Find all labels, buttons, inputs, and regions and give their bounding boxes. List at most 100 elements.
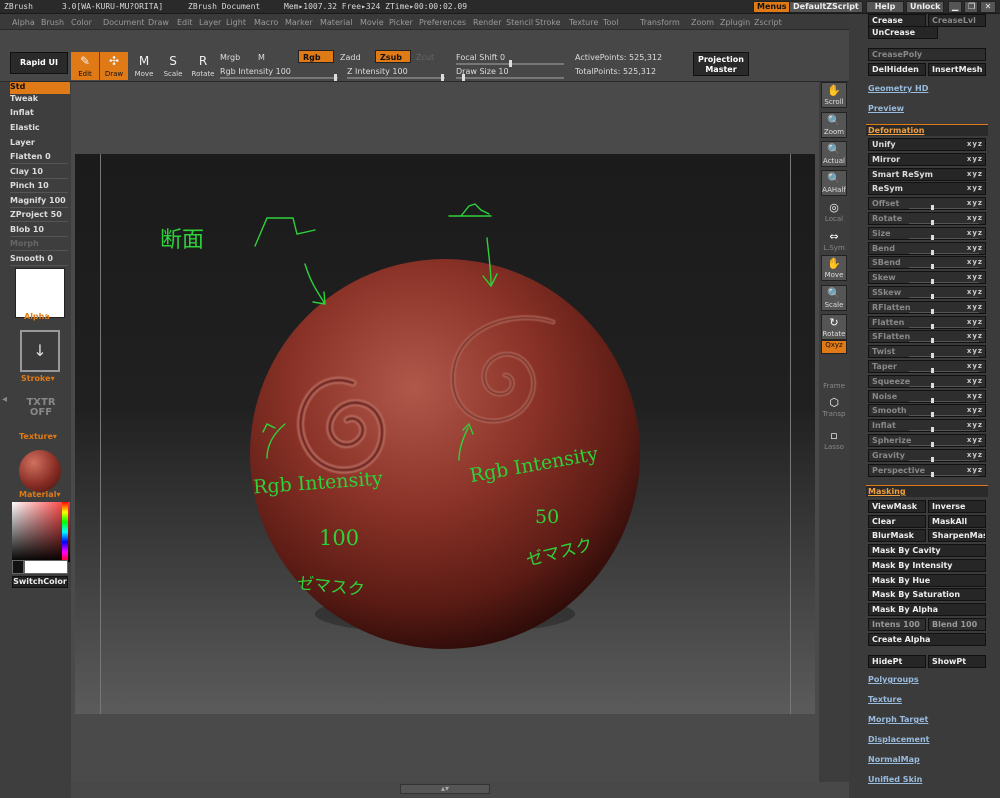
menu-light[interactable]: Light <box>226 18 246 27</box>
deform-slider-track[interactable] <box>909 311 979 313</box>
deform-slider-track[interactable] <box>909 282 979 284</box>
deform-twist[interactable]: Twist xyz <box>868 345 986 359</box>
blend-slider[interactable]: Blend 100 <box>928 618 986 631</box>
deform-slider-knob[interactable] <box>931 220 934 225</box>
menu-material[interactable]: Material <box>320 18 353 27</box>
close-icon[interactable]: ✕ <box>980 1 996 13</box>
morph-target-section[interactable]: Morph Target <box>868 715 928 724</box>
uncrease-button[interactable]: UnCrease <box>868 26 938 39</box>
deform-inflat[interactable]: Inflat xyz <box>868 419 986 433</box>
deform-slider-track[interactable] <box>909 208 979 210</box>
menu-color[interactable]: Color <box>71 18 92 27</box>
deform-slider-knob[interactable] <box>931 205 934 211</box>
m-button[interactable]: M <box>258 53 265 62</box>
menu-zoom[interactable]: Zoom <box>691 18 714 27</box>
deform-slider-track[interactable] <box>909 474 979 476</box>
deform-slider-track[interactable] <box>909 430 979 432</box>
sharpenmask-button[interactable]: SharpenMask <box>928 529 986 542</box>
deform-rotate[interactable]: Rotate xyz <box>868 212 986 225</box>
view-transp-button[interactable]: ⬡ Transp <box>821 395 847 421</box>
view-actual-button[interactable]: 🔍 Actual <box>821 141 847 167</box>
deform-smooth[interactable]: Smooth xyz <box>868 404 986 418</box>
deform-xyz-toggle[interactable]: xyz <box>967 139 983 150</box>
menu-document[interactable]: Document <box>103 18 144 27</box>
deform-slider-track[interactable] <box>909 297 979 298</box>
deform-slider-track[interactable] <box>909 341 979 343</box>
left-tool-blob-10[interactable]: Blob 10 <box>10 225 70 238</box>
deform-slider-track[interactable] <box>909 371 979 372</box>
menu-brush[interactable]: Brush <box>41 18 64 27</box>
z-intensity-track[interactable] <box>347 77 445 79</box>
left-tool-zproject-50[interactable]: ZProject 50 <box>10 210 70 223</box>
switchcolor-button[interactable]: SwitchColor <box>12 576 68 588</box>
deform-slider-knob[interactable] <box>931 397 934 403</box>
deform-slider-knob[interactable] <box>931 456 934 462</box>
deformation-header[interactable]: Deformation <box>866 124 988 136</box>
left-tool-clay-10[interactable]: Clay 10 <box>10 167 70 180</box>
main-color[interactable] <box>24 560 68 574</box>
left-tool-elastic[interactable]: Elastic <box>10 123 70 136</box>
displacement-section[interactable]: Displacement <box>868 735 929 744</box>
view-local-button[interactable]: ◎ Local <box>821 200 847 226</box>
left-tool-slider[interactable] <box>10 207 68 208</box>
deform-sskew[interactable]: SSkew xyz <box>868 286 986 299</box>
deform-slider-knob[interactable] <box>931 442 934 447</box>
left-tool-pinch-10[interactable]: Pinch 10 <box>10 181 70 194</box>
deform-slider-track[interactable] <box>909 356 979 358</box>
deform-offset[interactable]: Offset xyz <box>868 197 986 211</box>
mask-by-intensity-button[interactable]: Mask By Intensity <box>868 558 986 572</box>
view-lasso-button[interactable]: ▫ Lasso <box>821 428 847 454</box>
deform-slider-track[interactable] <box>909 326 979 328</box>
left-tool-slider[interactable] <box>10 178 68 179</box>
left-tool-slider[interactable] <box>10 163 68 164</box>
menu-marker[interactable]: Marker <box>285 18 313 27</box>
deform-xyz-toggle[interactable]: xyz <box>967 183 983 194</box>
deform-slider-knob[interactable] <box>931 338 934 344</box>
menu-stencil[interactable]: Stencil <box>506 18 533 27</box>
zadd-button[interactable]: Zadd <box>340 53 361 62</box>
alpha-label[interactable]: Alpha <box>24 312 50 321</box>
deform-slider-track[interactable] <box>909 445 979 446</box>
stroke-label[interactable]: Stroke▾ <box>21 374 55 383</box>
masking-header[interactable]: Masking <box>866 485 988 497</box>
maskall-button[interactable]: MaskAll <box>928 515 986 528</box>
left-tool-smooth-0[interactable]: Smooth 0 <box>10 254 70 267</box>
rgb-intensity-track[interactable] <box>220 77 338 79</box>
deform-skew[interactable]: Skew xyz <box>868 271 986 285</box>
deform-slider-track[interactable] <box>909 415 979 417</box>
deform-slider-track[interactable] <box>909 223 979 224</box>
deform-spherize[interactable]: Spherize xyz <box>868 434 986 447</box>
deform-xyz-toggle[interactable]: xyz <box>967 169 983 180</box>
alpha-thumbnail[interactable] <box>15 268 65 318</box>
draw-button[interactable]: ✣ Draw <box>100 52 128 80</box>
defaultzscript-button[interactable]: DefaultZScript <box>789 1 863 13</box>
left-tool-flatten-0[interactable]: Flatten 0 <box>10 152 70 165</box>
view-scale-button[interactable]: 🔍 Scale <box>821 285 847 311</box>
rotate-button[interactable]: R Rotate <box>189 52 217 80</box>
left-tool-slider[interactable] <box>10 265 68 266</box>
help-button[interactable]: Help <box>866 1 904 13</box>
menu-transform[interactable]: Transform <box>640 18 680 27</box>
z-intensity-knob[interactable] <box>441 74 444 81</box>
deform-slider-knob[interactable] <box>931 471 934 477</box>
deform-slider-track[interactable] <box>909 267 979 269</box>
inverse-button[interactable]: Inverse <box>928 500 986 513</box>
showpt-button[interactable]: ShowPt <box>928 655 986 668</box>
deform-xyz-toggle[interactable]: xyz <box>967 154 983 165</box>
deform-gravity[interactable]: Gravity xyz <box>868 448 986 462</box>
normalmap-section[interactable]: NormalMap <box>868 755 920 764</box>
preview-section[interactable]: Preview <box>868 104 904 113</box>
hidept-button[interactable]: HidePt <box>868 655 926 668</box>
deform-slider-knob[interactable] <box>931 264 934 270</box>
left-tool-morph[interactable]: Morph <box>10 239 70 252</box>
creasepoly-button[interactable]: CreasePoly <box>868 48 986 61</box>
deform-slider-track[interactable] <box>909 385 979 387</box>
deform-slider-knob[interactable] <box>931 412 934 418</box>
left-tool-slider[interactable] <box>10 221 68 222</box>
deform-slider-knob[interactable] <box>931 323 934 329</box>
viewmask-button[interactable]: ViewMask <box>868 500 926 513</box>
create-alpha-button[interactable]: Create Alpha <box>868 633 986 646</box>
document-canvas[interactable]: 断面 Rgb Intensity 100 ゼマスク Rgb Intensity … <box>75 154 815 714</box>
deform-slider-knob[interactable] <box>931 427 934 433</box>
menu-preferences[interactable]: Preferences <box>419 18 466 27</box>
